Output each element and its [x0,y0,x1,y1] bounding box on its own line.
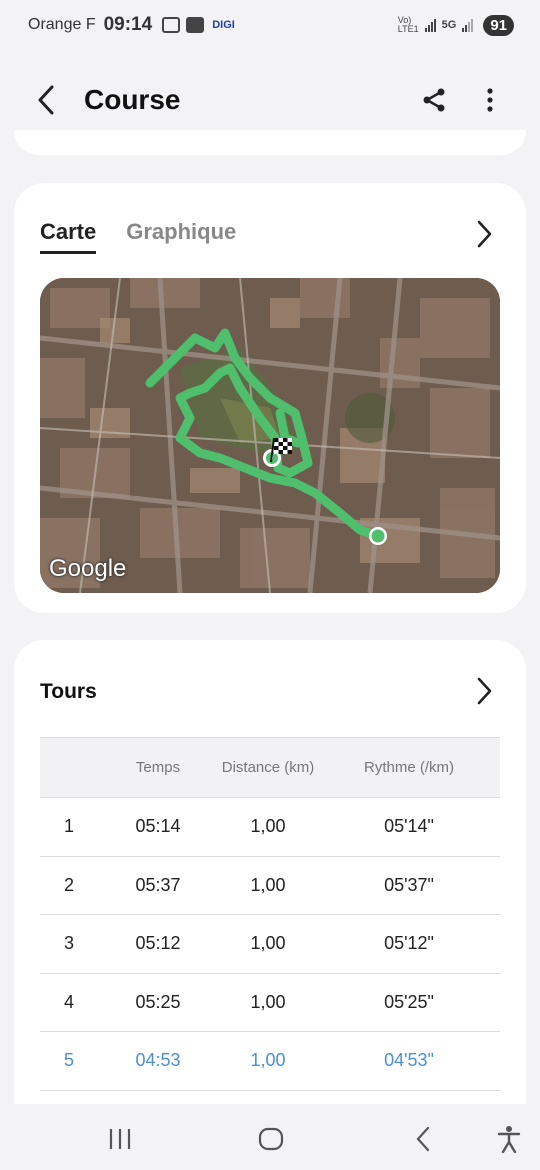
accessibility-icon[interactable] [494,1124,524,1154]
screenshot-icon [162,17,181,33]
column-header-lap [40,737,98,798]
recents-icon[interactable] [105,1124,135,1154]
map-card: Carte Graphique Google [14,183,526,613]
lap-time: 05:12 [98,914,218,974]
lap-pace: 04'53" [318,1031,500,1091]
lap-pace: 05'37" [318,856,500,915]
home-icon[interactable] [256,1124,286,1154]
system-nav-bar [0,1104,540,1170]
column-header-distance: Distance (km) [218,737,318,798]
lap-distance: 1,00 [218,973,318,1032]
map-expand-chevron-icon[interactable] [474,219,498,251]
lap-time: 05:14 [98,797,218,857]
laps-card: Tours Temps Distance (km) Rythme (/km) 1… [14,640,526,1110]
back-icon[interactable] [408,1124,438,1154]
tab-graphique[interactable]: Graphique [126,219,236,254]
laps-title: Tours [40,680,97,703]
lap-time: 05:25 [98,973,218,1032]
tab-carte[interactable]: Carte [40,219,97,254]
lap-number: 5 [40,1031,98,1091]
lap-distance: 1,00 [218,914,318,974]
shopping-bag-icon [186,17,205,33]
lap-pace: 05'25" [318,973,500,1032]
lap-distance: 1,00 [218,1031,318,1091]
lap-pace: 05'12" [318,914,500,974]
lap-number: 2 [40,856,98,915]
page-title: Course [84,84,181,115]
laps-expand-chevron-icon[interactable] [474,676,498,708]
route-map[interactable]: Google [40,278,500,593]
lap-distance: 1,00 [218,797,318,857]
operator-tag: DIGI [212,19,235,31]
map-tabs: Carte Graphique [40,219,236,254]
back-chevron-icon[interactable] [36,80,66,120]
table-header-row: Temps Distance (km) Rythme (/km) [40,737,500,798]
table-row: 1 05:14 1,00 05'14" [40,797,500,857]
table-row: 3 05:12 1,00 05'12" [40,914,500,974]
network-type: 5G [441,19,457,31]
table-row-highlighted: 5 04:53 1,00 04'53" [40,1031,500,1091]
lap-time: 05:37 [98,856,218,915]
google-logo: Google [49,555,127,582]
status-right: Vo) LTE1 5G 91 [397,14,514,36]
table-row: 2 05:37 1,00 05'37" [40,856,500,915]
column-header-pace: Rythme (/km) [318,737,500,798]
table-row: 4 05:25 1,00 05'25" [40,973,500,1032]
battery-indicator: 91 [483,14,514,36]
previous-card-edge [14,130,526,155]
satellite-imagery [40,278,500,593]
signal-icon [424,18,436,32]
lap-pace: 05'14" [318,797,500,857]
lap-distance: 1,00 [218,856,318,915]
lap-number: 3 [40,914,98,974]
lap-number: 1 [40,797,98,857]
status-bar: Orange F 09:14 DIGI Vo) LTE1 5G 91 [0,0,540,50]
lap-time: 04:53 [98,1031,218,1091]
app-header: Course [0,70,540,130]
network-labels: Vo) LTE1 [397,15,419,34]
share-icon[interactable] [420,86,448,114]
laps-table: Temps Distance (km) Rythme (/km) 1 05:14… [40,737,500,1091]
signal-icon-2 [462,18,474,32]
column-header-time: Temps [98,737,218,798]
more-vertical-icon[interactable] [476,86,504,114]
clock: 09:14 [103,14,153,35]
lap-number: 4 [40,973,98,1032]
carrier-label: Orange F [28,16,96,33]
